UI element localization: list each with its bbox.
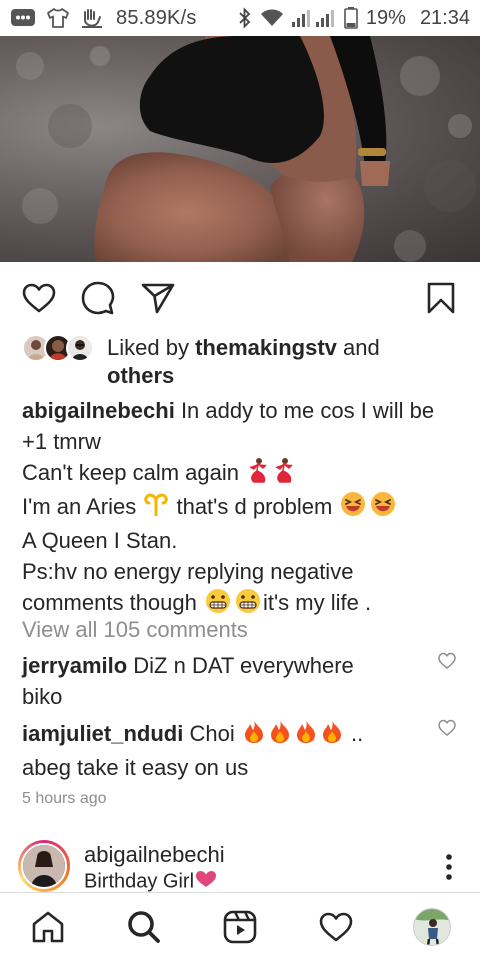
profile-avatar: [413, 908, 451, 946]
comment-text: biko: [22, 684, 63, 709]
post-caption: abigailnebechi In addy to me cos I will …: [22, 395, 472, 622]
liker-avatars: [22, 334, 94, 362]
comment-text: Choi: [183, 721, 241, 746]
next-post-subtitle: Birthday Girl: [84, 870, 218, 894]
likes-others-link[interactable]: others: [107, 363, 174, 388]
signal-icon: [291, 8, 336, 28]
caption-text: Can't keep calm again: [22, 460, 246, 485]
nav-search[interactable]: [124, 907, 164, 947]
fire-emoji-icon: [294, 718, 318, 752]
likes-row[interactable]: Liked by themakingstv and others: [22, 334, 462, 390]
battery-percent: 19%: [365, 6, 406, 29]
comment-like-heart-icon[interactable]: [438, 652, 456, 670]
hand-icon: [80, 7, 104, 29]
search-icon: [128, 911, 160, 943]
caption-text: A Queen I Stan.: [22, 528, 178, 554]
comment-text: ..: [344, 721, 364, 746]
heart-outline-icon: [319, 912, 353, 942]
network-speed: 85.89K/s: [116, 6, 197, 29]
save-button[interactable]: [421, 280, 461, 316]
next-post-username[interactable]: abigailnebechi: [84, 842, 225, 868]
comment-username[interactable]: iamjuliet_ndudi: [22, 721, 183, 746]
comment-text: DiZ n DAT everywhere: [127, 653, 354, 678]
heart-outline-icon: [22, 283, 56, 313]
bookmark-icon: [427, 282, 455, 314]
grinning-squint-emoji-icon: [339, 491, 367, 525]
dancer-emoji-icon: [246, 457, 270, 491]
clock: 21:34: [419, 6, 470, 29]
caption-username[interactable]: abigailnebechi: [22, 398, 175, 423]
reels-icon: [223, 910, 257, 944]
home-icon: [32, 911, 64, 943]
like-button[interactable]: [19, 280, 59, 316]
comment-icon: [81, 281, 115, 315]
comment-text: abeg take it easy on us: [22, 755, 249, 781]
more-options-icon[interactable]: [444, 852, 454, 882]
caption-text: I'm an Aries: [22, 494, 143, 520]
story-avatar[interactable]: [18, 840, 70, 892]
message-icon: [10, 7, 36, 29]
share-button[interactable]: [138, 280, 178, 316]
likes-text: Liked by themakingstv and others: [94, 334, 394, 390]
tshirt-icon: [46, 7, 70, 29]
post-image[interactable]: [0, 36, 480, 262]
status-bar: 85.89K/s 19% 21:34: [0, 0, 480, 36]
liker-username[interactable]: themakingstv: [195, 335, 337, 360]
post-actions: [0, 280, 480, 316]
nav-profile[interactable]: [412, 907, 452, 947]
heart-emoji-icon: [195, 870, 217, 894]
next-post-subtitle-text: Birthday Girl: [84, 870, 195, 893]
send-icon: [141, 283, 175, 314]
battery-icon: [344, 7, 358, 29]
comment-username[interactable]: jerryamilo: [22, 653, 127, 678]
view-all-comments-link[interactable]: View all 105 comments: [22, 617, 248, 643]
wifi-icon: [260, 8, 284, 28]
likes-prefix: Liked by: [107, 335, 196, 360]
likes-and: and: [336, 335, 380, 360]
caption-text: +1 tmrw: [22, 429, 101, 454]
comment: jerryamilo DiZ n DAT everywhere biko: [22, 650, 432, 712]
caption-text: it's my life .: [262, 590, 372, 616]
comment-button[interactable]: [78, 280, 118, 316]
next-post-header: abigailnebechi Birthday Girl: [18, 840, 468, 892]
dancer-emoji-icon: [272, 457, 296, 491]
nav-home[interactable]: [28, 907, 68, 947]
avatar: [66, 334, 94, 362]
fire-emoji-icon: [268, 718, 292, 752]
grinning-squint-emoji-icon: [369, 491, 397, 525]
comment-like-heart-icon[interactable]: [438, 719, 456, 737]
post-timestamp: 5 hours ago: [22, 790, 107, 807]
nav-activity[interactable]: [316, 907, 356, 947]
caption-text: comments though: [22, 590, 203, 616]
aries-emoji-icon: [143, 492, 169, 524]
caption-text: that's d problem: [170, 494, 339, 520]
bluetooth-icon: [238, 7, 252, 29]
fire-emoji-icon: [320, 718, 344, 752]
fire-emoji-icon: [242, 718, 266, 752]
bottom-nav: [0, 892, 480, 960]
caption-text: Ps:hv no energy replying negative: [22, 559, 354, 585]
comment: iamjuliet_ndudi Choi .. abeg take it eas…: [22, 718, 432, 783]
nav-reels[interactable]: [220, 907, 260, 947]
caption-text: In addy to me cos I will be: [174, 398, 435, 423]
